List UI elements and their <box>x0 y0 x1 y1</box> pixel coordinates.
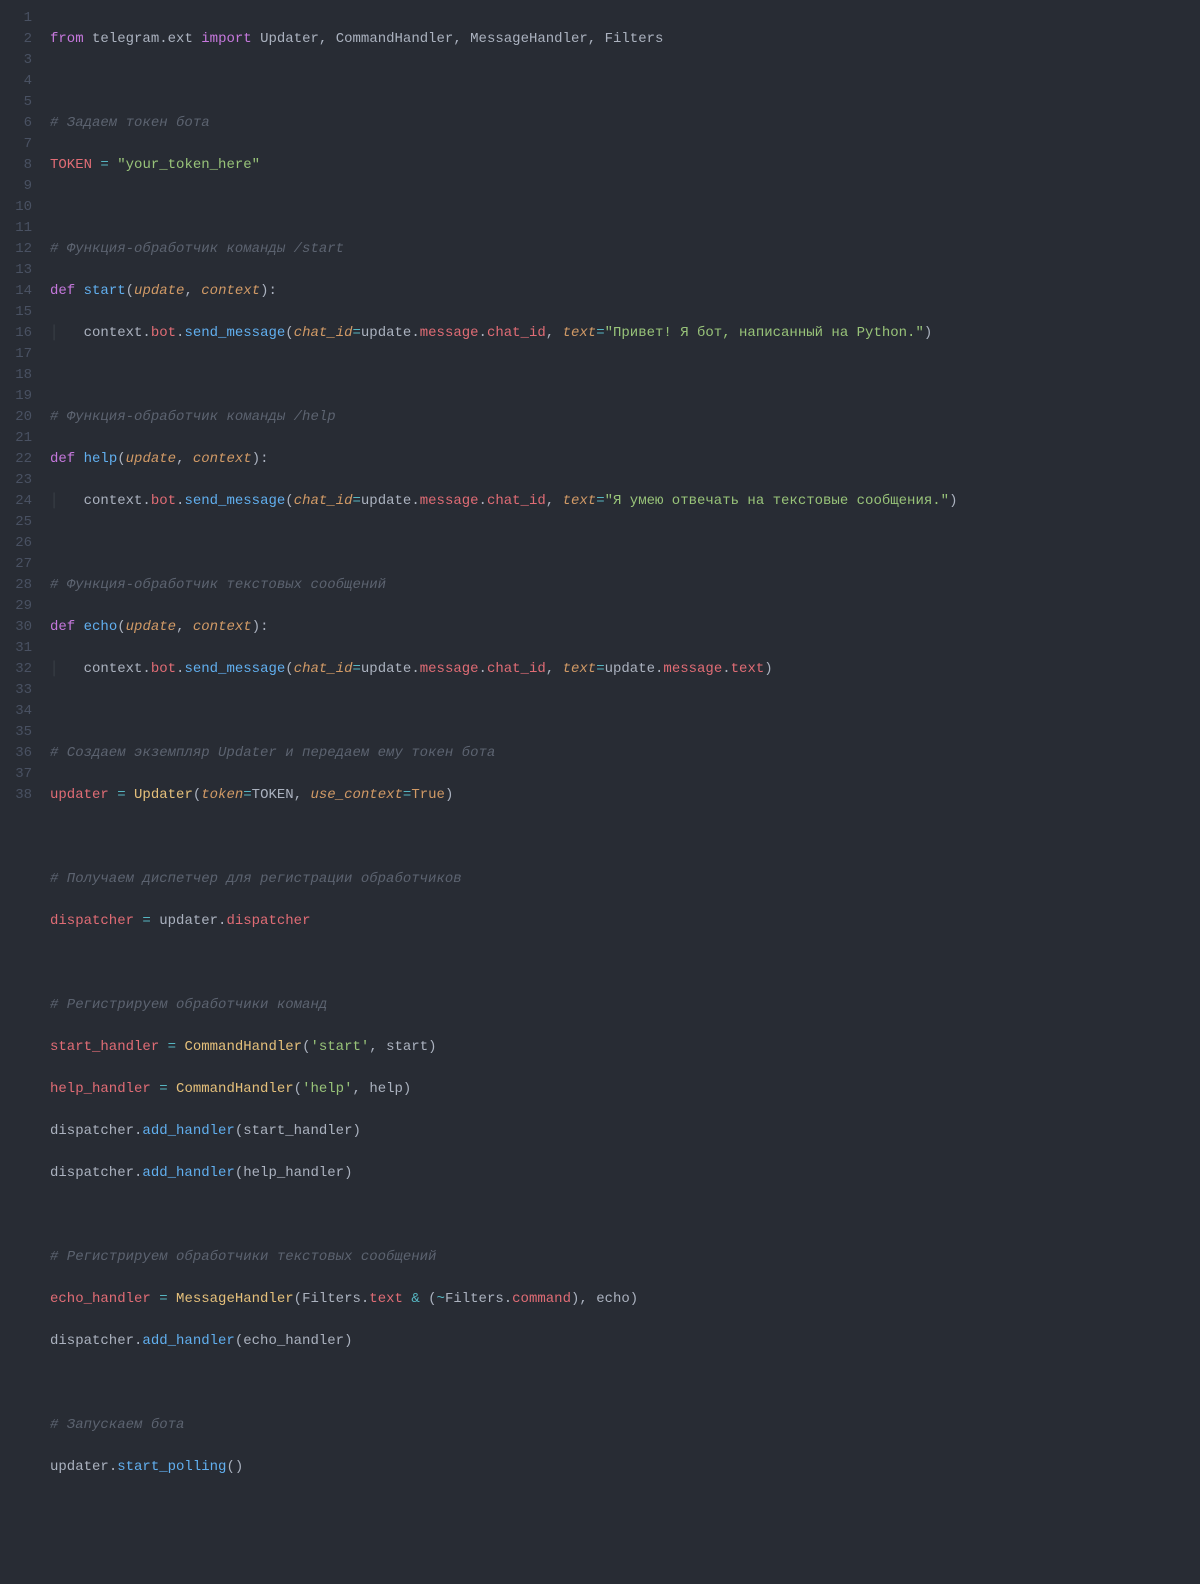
line-number: 19 <box>0 386 32 407</box>
code-line[interactable] <box>50 827 1200 848</box>
line-number: 35 <box>0 722 32 743</box>
code-line[interactable]: dispatcher.add_handler(start_handler) <box>50 1121 1200 1142</box>
line-number: 8 <box>0 155 32 176</box>
line-number: 31 <box>0 638 32 659</box>
code-area[interactable]: from telegram.ext import Updater, Comman… <box>50 8 1200 1584</box>
code-line[interactable]: # Запускаем бота <box>50 1415 1200 1436</box>
code-line[interactable]: dispatcher.add_handler(help_handler) <box>50 1163 1200 1184</box>
line-number: 2 <box>0 29 32 50</box>
line-number: 22 <box>0 449 32 470</box>
line-number: 7 <box>0 134 32 155</box>
line-number: 4 <box>0 71 32 92</box>
code-line[interactable]: # Функция-обработчик команды /help <box>50 407 1200 428</box>
code-line[interactable]: help_handler = CommandHandler('help', he… <box>50 1079 1200 1100</box>
code-line[interactable]: start_handler = CommandHandler('start', … <box>50 1037 1200 1058</box>
code-line[interactable] <box>50 701 1200 722</box>
line-number: 13 <box>0 260 32 281</box>
code-line[interactable]: # Функция-обработчик команды /start <box>50 239 1200 260</box>
line-number: 29 <box>0 596 32 617</box>
code-line[interactable]: dispatcher = updater.dispatcher <box>50 911 1200 932</box>
line-number: 12 <box>0 239 32 260</box>
code-line[interactable]: dispatcher.add_handler(echo_handler) <box>50 1331 1200 1352</box>
code-line[interactable]: TOKEN = "your_token_here" <box>50 155 1200 176</box>
code-line[interactable] <box>50 71 1200 92</box>
code-line[interactable]: updater = Updater(token=TOKEN, use_conte… <box>50 785 1200 806</box>
code-line[interactable]: updater.start_polling() <box>50 1457 1200 1478</box>
line-number: 38 <box>0 785 32 806</box>
code-line[interactable]: # Регистрируем обработчики текстовых соо… <box>50 1247 1200 1268</box>
line-number-gutter: 1 2 3 4 5 6 7 8 9 10 11 12 13 14 15 16 1… <box>0 8 50 1584</box>
code-line[interactable]: from telegram.ext import Updater, Comman… <box>50 29 1200 50</box>
line-number: 17 <box>0 344 32 365</box>
code-line[interactable]: # Получаем диспетчер для регистрации обр… <box>50 869 1200 890</box>
line-number: 5 <box>0 92 32 113</box>
line-number: 36 <box>0 743 32 764</box>
line-number: 26 <box>0 533 32 554</box>
line-number: 15 <box>0 302 32 323</box>
code-line[interactable]: def start(update, context): <box>50 281 1200 302</box>
line-number: 3 <box>0 50 32 71</box>
code-line[interactable] <box>50 953 1200 974</box>
line-number: 1 <box>0 8 32 29</box>
line-number: 10 <box>0 197 32 218</box>
code-line[interactable] <box>50 197 1200 218</box>
line-number: 14 <box>0 281 32 302</box>
code-line[interactable] <box>50 1373 1200 1394</box>
line-number: 18 <box>0 365 32 386</box>
line-number: 11 <box>0 218 32 239</box>
code-line[interactable] <box>50 1541 1200 1562</box>
line-number: 23 <box>0 470 32 491</box>
code-line[interactable] <box>50 1205 1200 1226</box>
line-number: 20 <box>0 407 32 428</box>
line-number: 24 <box>0 491 32 512</box>
line-number: 30 <box>0 617 32 638</box>
line-number: 28 <box>0 575 32 596</box>
code-line[interactable]: │ context.bot.send_message(chat_id=updat… <box>50 659 1200 680</box>
line-number: 16 <box>0 323 32 344</box>
code-line[interactable]: │ context.bot.send_message(chat_id=updat… <box>50 323 1200 344</box>
code-line[interactable]: echo_handler = MessageHandler(Filters.te… <box>50 1289 1200 1310</box>
line-number: 9 <box>0 176 32 197</box>
line-number: 21 <box>0 428 32 449</box>
line-number: 34 <box>0 701 32 722</box>
code-line[interactable] <box>50 1583 1200 1584</box>
code-line[interactable]: def help(update, context): <box>50 449 1200 470</box>
code-line[interactable]: # Функция-обработчик текстовых сообщений <box>50 575 1200 596</box>
code-line[interactable] <box>50 365 1200 386</box>
code-line[interactable]: # Задаем токен бота <box>50 113 1200 134</box>
line-number: 6 <box>0 113 32 134</box>
code-line[interactable]: # Создаем экземпляр Updater и передаем е… <box>50 743 1200 764</box>
code-line[interactable] <box>50 533 1200 554</box>
code-line[interactable]: def echo(update, context): <box>50 617 1200 638</box>
line-number: 27 <box>0 554 32 575</box>
line-number: 33 <box>0 680 32 701</box>
code-line[interactable]: # Регистрируем обработчики команд <box>50 995 1200 1016</box>
code-editor[interactable]: 1 2 3 4 5 6 7 8 9 10 11 12 13 14 15 16 1… <box>0 0 1200 1584</box>
line-number: 32 <box>0 659 32 680</box>
line-number: 37 <box>0 764 32 785</box>
line-number: 25 <box>0 512 32 533</box>
code-line[interactable]: │ context.bot.send_message(chat_id=updat… <box>50 491 1200 512</box>
code-line[interactable] <box>50 1499 1200 1520</box>
